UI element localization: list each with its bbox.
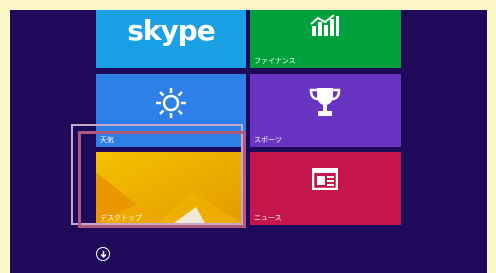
tile-sports[interactable]: スポーツ: [250, 74, 401, 147]
tile-label-sports: スポーツ: [254, 136, 282, 144]
skype-logo: skype: [127, 14, 216, 47]
scroll-down-button[interactable]: [96, 247, 110, 261]
tile-label-news: ニュース: [254, 214, 282, 222]
newspaper-icon: [312, 168, 338, 190]
sun-icon: [156, 88, 186, 118]
tile-desktop[interactable]: デスクトップ: [96, 152, 246, 225]
tile-news[interactable]: ニュース: [250, 152, 401, 225]
tile-finance[interactable]: ファイナンス: [250, 10, 401, 68]
tile-skype[interactable]: skype: [96, 10, 246, 68]
start-screen: skype ファイナンス 天気 スポーツ デスクトップ ニュース: [10, 10, 487, 273]
tile-label-weather: 天気: [100, 136, 114, 144]
tile-label-finance: ファイナンス: [254, 57, 296, 65]
trophy-icon: [309, 88, 341, 116]
arrow-down-circle-icon: [99, 250, 107, 258]
tile-weather[interactable]: 天気: [96, 74, 246, 147]
bar-chart-icon: [310, 14, 339, 36]
tile-label-desktop: デスクトップ: [100, 214, 142, 222]
